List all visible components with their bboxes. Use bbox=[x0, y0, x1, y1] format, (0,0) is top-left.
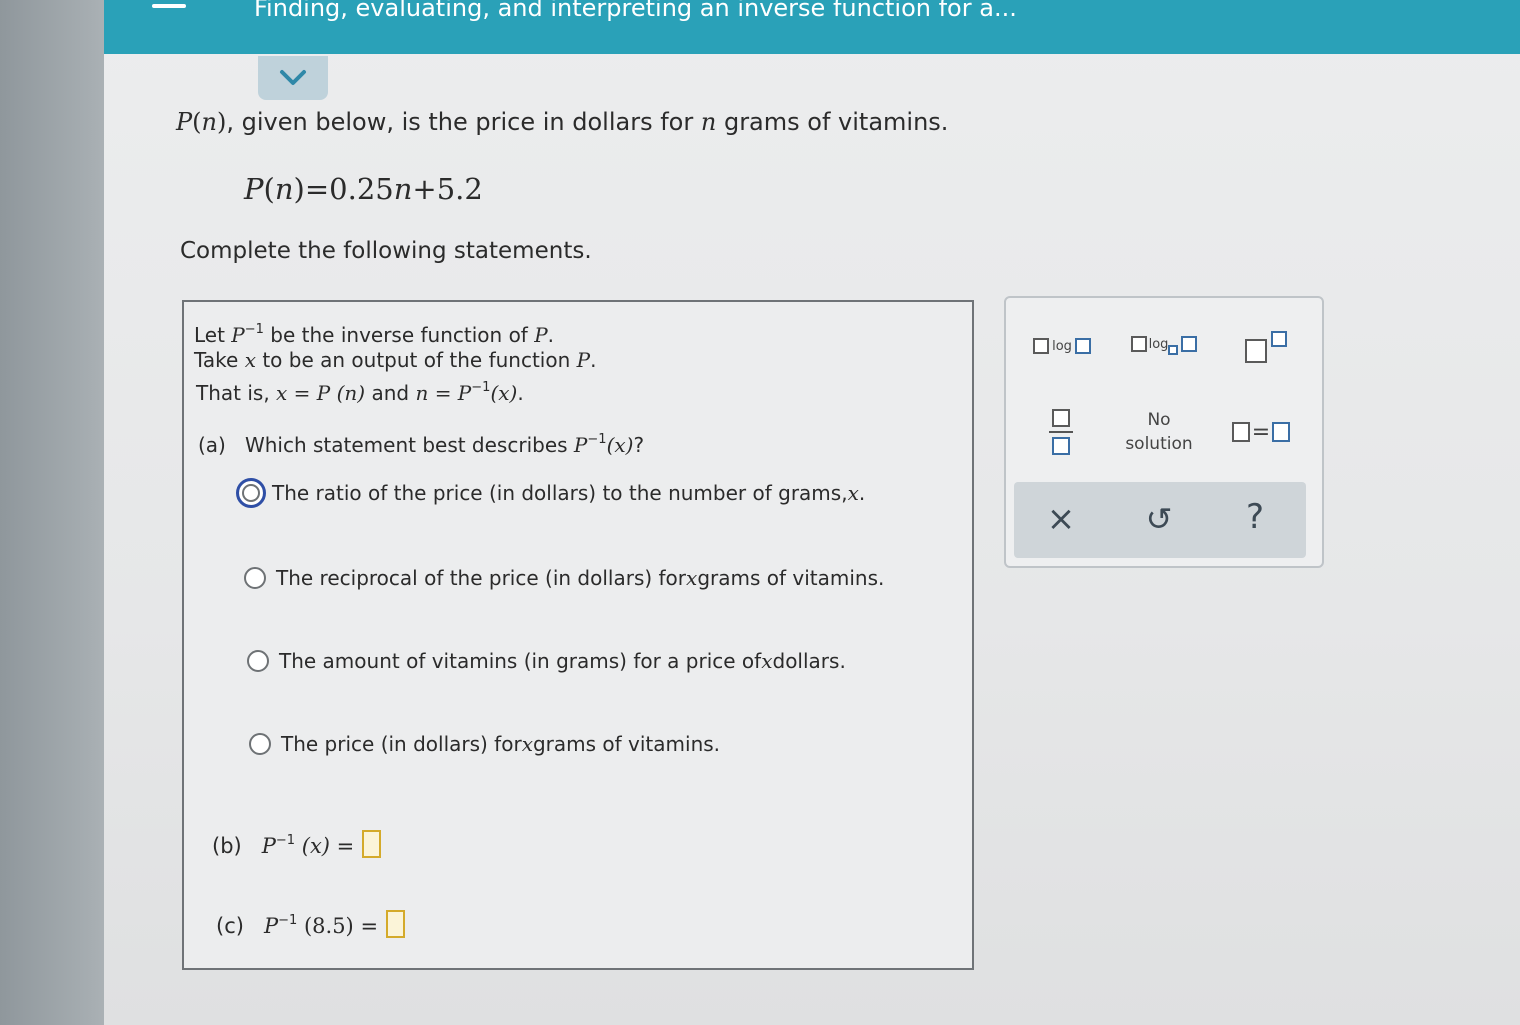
definition-line-1: Let P−1 be the inverse function of P. bbox=[194, 322, 555, 347]
formula-lhs: P bbox=[244, 172, 264, 206]
option-amount[interactable]: The amount of vitamins (in grams) for a … bbox=[247, 649, 846, 673]
no-solution-button[interactable]: No solution bbox=[1112, 406, 1206, 458]
menu-icon[interactable] bbox=[152, 4, 186, 8]
formula-rhs-end: +5.2 bbox=[412, 172, 483, 206]
undo-icon[interactable]: ↺ bbox=[1134, 494, 1184, 544]
question-box: Let P−1 be the inverse function of P. Ta… bbox=[182, 300, 974, 970]
part-c: (c) P−1 (8.5) = bbox=[216, 910, 406, 938]
definition-line-3: That is, x = P (n) and n = P−1(x). bbox=[196, 380, 524, 405]
action-bar: × ↺ ? bbox=[1014, 482, 1306, 558]
fraction-button[interactable] bbox=[1036, 402, 1086, 462]
radio-button[interactable] bbox=[249, 733, 271, 755]
math-palette: log log No solution = × ↺ ? bbox=[1004, 296, 1324, 568]
variable-name: n bbox=[201, 108, 217, 136]
part-a-label: (a) bbox=[198, 433, 226, 457]
answer-input-c[interactable] bbox=[386, 910, 406, 938]
equals-button[interactable]: = bbox=[1226, 412, 1296, 452]
function-name: P bbox=[176, 108, 193, 136]
function-formula: P(n)=0.25n+5.2 bbox=[244, 172, 483, 206]
radio-button[interactable] bbox=[247, 650, 269, 672]
option-price[interactable]: The price (in dollars) for x grams of vi… bbox=[249, 732, 720, 756]
answer-input-b[interactable] bbox=[362, 830, 382, 858]
intro-text-middle: , given below, is the price in dollars f… bbox=[226, 108, 701, 136]
help-icon[interactable]: ? bbox=[1230, 492, 1280, 542]
option-reciprocal[interactable]: The reciprocal of the price (in dollars)… bbox=[244, 566, 884, 590]
intro-text-end: grams of vitamins. bbox=[716, 108, 949, 136]
exponent-button[interactable] bbox=[1234, 320, 1298, 368]
radio-button[interactable] bbox=[244, 567, 266, 589]
log-base-button[interactable]: log bbox=[1124, 324, 1204, 364]
part-b: (b) P−1 (x) = bbox=[212, 830, 382, 858]
problem-statement: P(n), given below, is the price in dolla… bbox=[176, 108, 949, 136]
page-title: Finding, evaluating, and interpreting an… bbox=[254, 0, 1017, 22]
radio-button-selected[interactable] bbox=[236, 478, 266, 508]
formula-rhs-var: n bbox=[393, 172, 413, 206]
formula-rhs: =0.25 bbox=[304, 172, 394, 206]
clear-icon[interactable]: × bbox=[1036, 494, 1086, 544]
definition-line-2: Take x to be an output of the function P… bbox=[194, 348, 597, 372]
part-c-label: (c) bbox=[216, 914, 244, 938]
instruction-text: Complete the following statements. bbox=[180, 238, 592, 264]
log-button[interactable]: log bbox=[1022, 326, 1102, 366]
collapse-button[interactable] bbox=[258, 56, 328, 100]
part-a-question: (a) Which statement best describes P−1(x… bbox=[198, 432, 645, 457]
option-ratio[interactable]: The ratio of the price (in dollars) to t… bbox=[236, 478, 865, 508]
part-b-label: (b) bbox=[212, 834, 242, 858]
formula-var: n bbox=[274, 172, 294, 206]
variable-name-2: n bbox=[700, 108, 717, 136]
chevron-down-icon bbox=[280, 70, 306, 85]
header-bar: Finding, evaluating, and interpreting an… bbox=[104, 0, 1520, 54]
